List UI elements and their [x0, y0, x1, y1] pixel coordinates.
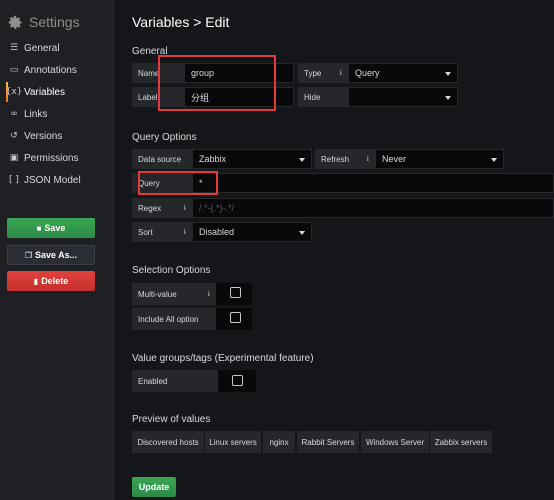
copy-icon: ❐ [24, 250, 32, 260]
sort-select[interactable]: Disabled [192, 222, 312, 242]
sidebar-item-label: Links [24, 108, 48, 120]
info-icon: ℹ [339, 70, 342, 77]
sidebar-item-label: Permissions [24, 152, 79, 164]
query-label: Query [132, 173, 192, 193]
page-title: Variables > Edit [132, 14, 230, 30]
type-select-value: Query [355, 68, 380, 78]
name-label: Name [132, 63, 184, 83]
hide-select[interactable] [348, 87, 458, 107]
preview-value: Rabbit Servers [297, 431, 359, 453]
sidebar-item-json-model[interactable]: [ ] JSON Model [8, 170, 112, 190]
delete-button-label: Delete [41, 276, 69, 286]
save-button-label: Save [44, 223, 66, 233]
caret-down-icon [445, 72, 451, 76]
delete-button[interactable]: ▮ Delete [7, 271, 95, 291]
refresh-select[interactable]: Never [375, 149, 504, 169]
sidebar-item-permissions[interactable]: ▣ Permissions [8, 148, 112, 168]
datasource-label: Data source [132, 149, 192, 169]
include-all-checkbox[interactable] [230, 312, 241, 323]
sliders-icon: ☰ [9, 43, 19, 53]
datasource-select-value: Zabbix [199, 154, 227, 164]
type-label-text: Type [304, 68, 322, 78]
sidebar-item-label: Annotations [24, 64, 77, 76]
info-icon: ℹ [366, 156, 369, 163]
preview-value: Linux servers [205, 431, 261, 453]
comment-icon: ▭ [9, 65, 19, 75]
multi-value-checkbox[interactable] [230, 287, 241, 298]
label-label: Label [132, 87, 184, 107]
settings-sidebar: Settings ☰ General ▭ Annotations {x} Var… [0, 0, 114, 500]
refresh-label-text: Refresh [321, 154, 350, 164]
sidebar-item-annotations[interactable]: ▭ Annotations [8, 60, 112, 80]
section-selection-options-heading: Selection Options [132, 265, 211, 276]
sidebar-item-label: Variables [24, 86, 65, 98]
caret-down-icon [299, 158, 305, 162]
caret-down-icon [445, 96, 451, 100]
refresh-label: Refresh ℹ [315, 149, 375, 169]
sidebar-item-label: JSON Model [24, 174, 81, 186]
include-all-label: Include All option [132, 308, 216, 330]
section-general-heading: General [132, 46, 168, 57]
section-value-groups-heading: Value groups/tags (Experimental feature) [132, 353, 314, 364]
type-select[interactable]: Query [348, 63, 458, 83]
caret-down-icon [491, 158, 497, 162]
braces-icon: {x} [5, 87, 23, 97]
caret-down-icon [299, 231, 305, 235]
regex-label: Regex ℹ [132, 198, 192, 218]
hide-label: Hide [298, 87, 348, 107]
preview-value: Windows Server [361, 431, 429, 453]
preview-value: Zabbix servers [430, 431, 492, 453]
refresh-select-value: Never [382, 154, 407, 164]
datasource-select[interactable]: Zabbix [192, 149, 312, 169]
enabled-checkbox[interactable] [232, 375, 243, 386]
brackets-icon: [ ] [9, 175, 19, 185]
preview-value: Discovered hosts [132, 431, 204, 453]
preview-value: nginx [263, 431, 295, 453]
name-input[interactable]: group [184, 63, 294, 83]
enabled-label: Enabled [132, 370, 218, 392]
multi-value-label: Multi-value ℹ [132, 283, 216, 305]
update-button[interactable]: Update [132, 477, 176, 497]
save-as-button[interactable]: ❐ Save As... [7, 245, 95, 265]
sort-label: Sort ℹ [132, 222, 192, 242]
floppy-icon: ■ [36, 223, 42, 233]
sort-select-value: Disabled [199, 227, 235, 237]
link-icon: ∞ [10, 109, 18, 119]
gear-icon [8, 15, 22, 29]
info-icon: ℹ [183, 205, 186, 212]
sidebar-item-variables[interactable]: {x} Variables [5, 82, 112, 102]
save-as-button-label: Save As... [34, 250, 78, 260]
sidebar-title: Settings [29, 14, 80, 30]
info-icon: ℹ [207, 291, 210, 298]
sidebar-item-label: Versions [24, 130, 63, 142]
type-label: Type ℹ [298, 63, 348, 83]
section-query-options-heading: Query Options [132, 132, 197, 143]
section-preview-heading: Preview of values [132, 414, 211, 425]
multi-value-label-text: Multi-value [138, 289, 177, 299]
history-icon: ↺ [10, 131, 18, 141]
sidebar-item-links[interactable]: ∞ Links [8, 104, 112, 124]
sort-label-text: Sort [138, 227, 153, 237]
label-input[interactable]: 分组 [184, 87, 294, 107]
lock-icon: ▣ [9, 153, 19, 163]
sidebar-item-general[interactable]: ☰ General [8, 38, 112, 58]
trash-icon: ▮ [33, 276, 39, 286]
regex-input[interactable]: /.*-(.*)-.*/ [192, 198, 554, 218]
sidebar-item-label: General [24, 42, 60, 54]
query-input[interactable]: * [192, 173, 554, 193]
save-button[interactable]: ■ Save [7, 218, 95, 238]
sidebar-item-versions[interactable]: ↺ Versions [8, 126, 112, 146]
regex-label-text: Regex [138, 203, 162, 213]
info-icon: ℹ [183, 229, 186, 236]
sidebar-header: Settings [8, 12, 80, 32]
